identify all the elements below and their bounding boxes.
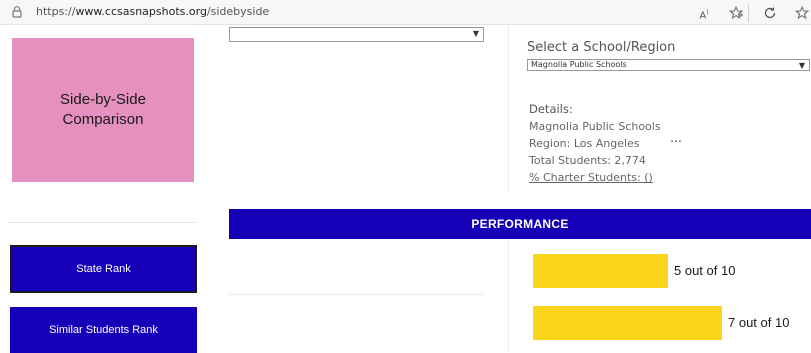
url-field[interactable]: https://www.ccsasnapshots.org/sidebyside <box>36 5 269 18</box>
performance-title: PERFORMANCE <box>471 217 569 231</box>
details-panel: Details: Magnolia Public Schools Region:… <box>529 101 661 186</box>
state-rank-button[interactable]: State Rank <box>10 245 197 293</box>
page-title-line-1: Side-by-Side <box>60 91 146 108</box>
details-charter-students[interactable]: % Charter Students: () <box>529 169 661 186</box>
dropdown-caret-icon: ▼ <box>798 61 805 70</box>
browser-address-bar: https://www.ccsasnapshots.org/sidebyside… <box>0 0 811 25</box>
comparison-dropdown[interactable]: ▼ <box>229 27 484 42</box>
url-prefix: https:// <box>36 5 76 18</box>
similar-students-rank-button[interactable]: Similar Students Rank <box>10 307 197 353</box>
dropdown-caret-icon: ▼ <box>472 29 479 38</box>
details-total-students: Total Students: 2,774 <box>529 154 646 167</box>
similar-students-rank-label: 7 out of 10 <box>728 315 790 330</box>
url-path: /sidebyside <box>206 5 270 18</box>
details-school-name: Magnolia Public Schools <box>529 120 661 133</box>
page-title-card: Side-by-Side Comparison <box>12 38 194 182</box>
row-divider <box>229 294 483 295</box>
more-options-icon[interactable]: ⋯ <box>670 134 682 148</box>
select-school-title: Select a School/Region <box>527 40 676 55</box>
refresh-icon[interactable] <box>762 5 778 21</box>
lock-icon[interactable] <box>10 5 24 19</box>
collections-icon[interactable] <box>794 5 810 21</box>
state-rank-label: 5 out of 10 <box>674 263 736 278</box>
details-region: Region: Los Angeles <box>529 137 640 150</box>
school-region-dropdown[interactable]: Magnolia Public Schools ▼ <box>527 59 810 71</box>
sidebar-top-divider <box>8 24 196 25</box>
sidebar-divider <box>8 222 196 223</box>
favorite-star-icon[interactable] <box>728 5 744 21</box>
state-rank-bar <box>533 254 668 288</box>
page-title-line-2: Comparison <box>62 111 144 128</box>
page-title: Side-by-Side Comparison <box>60 90 146 130</box>
column-divider <box>508 240 509 351</box>
column-divider <box>508 24 509 194</box>
url-host: www.ccsasnapshots.org <box>75 5 207 18</box>
similar-students-rank-bar <box>533 306 722 340</box>
school-region-dropdown-value: Magnolia Public Schools <box>531 60 627 69</box>
performance-header: PERFORMANCE <box>229 209 811 239</box>
details-heading: Details: <box>529 102 573 116</box>
read-aloud-icon[interactable]: A) <box>696 5 712 21</box>
toolbar-divider <box>748 4 749 22</box>
